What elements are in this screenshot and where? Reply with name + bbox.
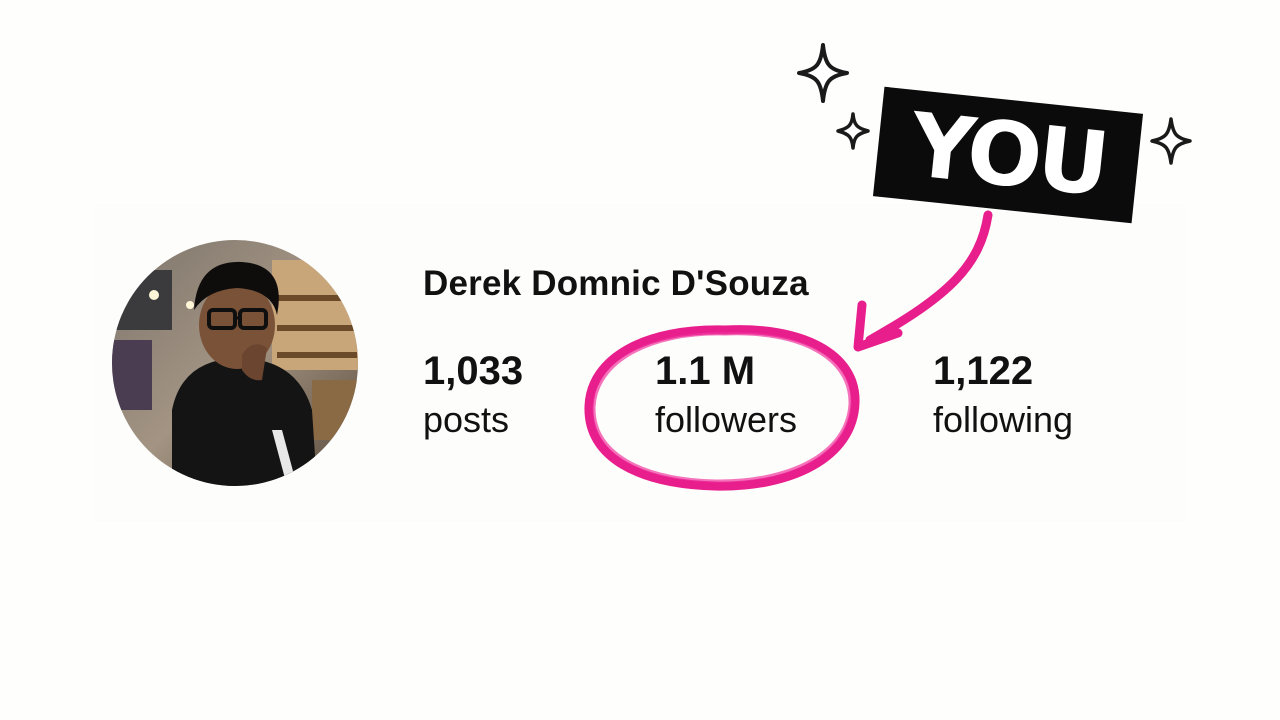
stat-following-label: following [933, 399, 1074, 440]
stat-followers-label: followers [655, 399, 798, 440]
sparkle-icon [797, 43, 849, 103]
sparkle-icon [1150, 117, 1192, 165]
stat-posts-value: 1,033 [423, 349, 524, 393]
thumbnail-stage: Derek Domnic D'Souza 1,033 posts 1.1 M f… [0, 0, 1280, 720]
stat-followers[interactable]: 1.1 M followers [655, 346, 797, 444]
you-label: YOU [872, 86, 1144, 224]
stat-following-value: 1,122 [933, 349, 1034, 393]
stat-posts-label: posts [423, 399, 510, 440]
stat-posts[interactable]: 1,033 posts [423, 346, 523, 444]
profile-name: Derek Domnic D'Souza [423, 264, 809, 303]
avatar[interactable] [112, 240, 358, 486]
stat-following[interactable]: 1,122 following [933, 346, 1073, 444]
stat-followers-value: 1.1 M [655, 349, 756, 393]
avatar-photo [112, 240, 358, 486]
sparkle-icon [836, 112, 870, 150]
